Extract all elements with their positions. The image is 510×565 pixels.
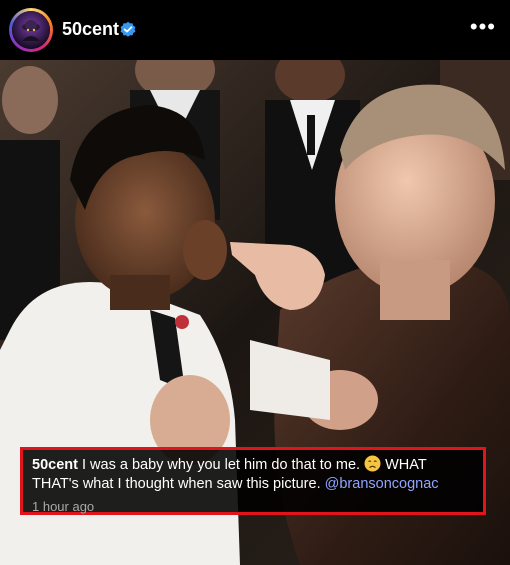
avatar-image: [12, 11, 50, 49]
post-username[interactable]: 50cent: [62, 19, 119, 40]
post-header: 50cent •••: [0, 0, 510, 60]
caption-line-2: THAT's what I thought when saw this pict…: [32, 475, 475, 494]
caption-text-1: I was a baby why you let him do that to …: [81, 457, 361, 473]
disappointed-face-emoji: [364, 455, 381, 472]
caption-text-2: THAT's what I thought when saw this pict…: [32, 476, 321, 492]
caption-text-1b: WHAT: [385, 457, 427, 473]
caption-line-1: 50cent I was a baby why you let him do t…: [32, 455, 475, 475]
post-timestamp: 1 hour ago: [32, 499, 95, 514]
avatar[interactable]: [9, 8, 53, 52]
caption-mention-link[interactable]: @bransoncognac: [325, 476, 439, 492]
more-options-button[interactable]: •••: [470, 16, 496, 38]
caption-username[interactable]: 50cent: [32, 457, 78, 473]
caption-highlight-box: 50cent I was a baby why you let him do t…: [20, 447, 486, 515]
verified-badge-icon: [120, 21, 136, 37]
